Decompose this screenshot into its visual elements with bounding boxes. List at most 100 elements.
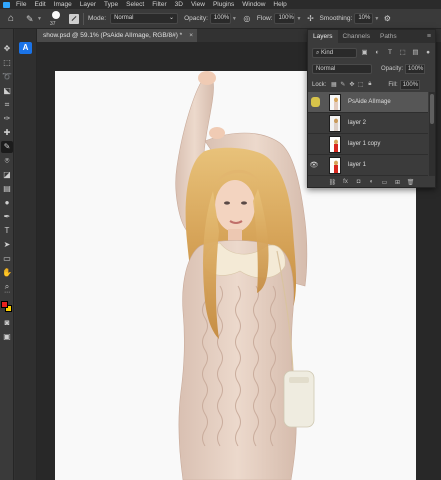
- filter-toggle-icon[interactable]: ●: [423, 48, 433, 57]
- menu-type[interactable]: Type: [100, 0, 122, 9]
- lock-transparent-icon[interactable]: ▦: [329, 81, 338, 88]
- gradient-tool-icon[interactable]: ▤: [1, 183, 13, 195]
- lock-row: Lock: ▦ ✎ ✥ ⬚ 🔒︎ Fill: 100%: [312, 79, 433, 90]
- close-icon[interactable]: ×: [189, 29, 193, 42]
- airbrush-icon[interactable]: ✢: [305, 14, 315, 24]
- menu-plugins[interactable]: Plugins: [209, 0, 238, 9]
- filter-type-icon[interactable]: T: [385, 48, 395, 57]
- layer-row-layer-2[interactable]: layer 2: [308, 113, 428, 134]
- link-layers-icon[interactable]: ⛓: [329, 179, 337, 186]
- spot-healing-tool-icon[interactable]: ✚: [1, 127, 13, 139]
- filter-smart-object-icon[interactable]: ▤: [411, 48, 421, 57]
- menu-filter[interactable]: Filter: [148, 0, 170, 9]
- home-icon[interactable]: ⌂: [4, 12, 18, 26]
- clone-stamp-tool-icon[interactable]: ⍟: [1, 155, 13, 167]
- chevron-down-icon[interactable]: ▼: [374, 16, 380, 22]
- new-group-icon[interactable]: ▭: [381, 179, 389, 186]
- layer-name: PsAide AIImage: [348, 99, 391, 105]
- hand-tool-icon[interactable]: ✋: [1, 267, 13, 279]
- move-tool-icon[interactable]: ✥: [1, 43, 13, 55]
- menu-image[interactable]: Image: [50, 0, 76, 9]
- brush-tool-icon[interactable]: ✎: [26, 13, 36, 25]
- panel-menu-icon[interactable]: ≡: [427, 33, 431, 40]
- brush-settings-icon[interactable]: [69, 13, 79, 24]
- layers-scrollbar[interactable]: [429, 92, 435, 176]
- delete-layer-icon[interactable]: 🗑︎: [407, 179, 415, 186]
- lock-artboard-icon[interactable]: ⬚: [356, 81, 365, 88]
- menu-3d[interactable]: 3D: [171, 0, 187, 9]
- add-mask-icon[interactable]: ◘: [355, 179, 363, 185]
- adobe-plugin-button[interactable]: A: [19, 42, 32, 54]
- document-tab-title: show.psd @ 59.1% (PsAide AIImage, RGB/8#…: [43, 32, 183, 39]
- pen-tool-icon[interactable]: ✒: [1, 211, 13, 223]
- flow-value: 100%: [278, 15, 294, 21]
- chevron-down-icon[interactable]: ▼: [296, 16, 302, 22]
- type-tool-icon[interactable]: T: [1, 225, 13, 237]
- layer-thumbnail: [329, 156, 341, 174]
- rectangle-tool-icon[interactable]: ▭: [1, 253, 13, 265]
- menu-file[interactable]: File: [12, 0, 30, 9]
- crop-tool-icon[interactable]: ⌗: [1, 99, 13, 111]
- layer-style-fx-icon[interactable]: fx: [342, 179, 350, 185]
- layer-opacity-field[interactable]: 100%: [405, 63, 426, 74]
- quick-mask-icon[interactable]: ◙: [1, 317, 13, 329]
- eraser-tool-icon[interactable]: ◪: [1, 169, 13, 181]
- eyedropper-tool-icon[interactable]: ✑: [1, 113, 13, 125]
- pressure-opacity-icon[interactable]: ◎: [242, 14, 252, 24]
- eye-icon[interactable]: 👁︎: [308, 161, 320, 169]
- lock-label: Lock:: [312, 81, 327, 88]
- layer-row-layer-1-copy[interactable]: layer 1 copy: [308, 134, 428, 155]
- smoothing-value: 10%: [358, 15, 371, 21]
- menu-layer[interactable]: Layer: [76, 0, 100, 9]
- tab-channels[interactable]: Channels: [338, 30, 375, 43]
- menu-view[interactable]: View: [187, 0, 209, 9]
- thumbnail-figure: [334, 97, 338, 110]
- more-tools-icon[interactable]: ⋯: [1, 287, 13, 299]
- chevron-down-icon[interactable]: ▼: [37, 16, 43, 22]
- lock-position-icon[interactable]: ✥: [347, 81, 356, 88]
- menu-select[interactable]: Select: [122, 0, 148, 9]
- new-layer-icon[interactable]: ⊞: [394, 179, 402, 186]
- smoothing-field[interactable]: 10%: [354, 13, 374, 24]
- mode-dropdown[interactable]: Normal ⌄: [110, 13, 179, 24]
- menu-window[interactable]: Window: [238, 0, 269, 9]
- filter-adjustment-icon[interactable]: ◐: [372, 48, 382, 57]
- filter-pixel-icon[interactable]: ▣: [360, 48, 370, 57]
- lock-image-icon[interactable]: ✎: [338, 81, 347, 88]
- tab-paths[interactable]: Paths: [375, 30, 402, 43]
- thumbnail-figure: [334, 160, 338, 173]
- menu-help[interactable]: Help: [269, 0, 290, 9]
- tab-layers[interactable]: Layers: [308, 30, 338, 43]
- document-tab[interactable]: show.psd @ 59.1% (PsAide AIImage, RGB/8#…: [37, 29, 197, 42]
- fill-field[interactable]: 100%: [399, 79, 420, 90]
- path-selection-tool-icon[interactable]: ➤: [1, 239, 13, 251]
- menu-edit[interactable]: Edit: [30, 0, 49, 9]
- options-bar: ⌂ ✎ ▼ 37 Mode: Normal ⌄ Opacity: 100% ▼ …: [0, 9, 441, 29]
- blend-mode-value: Normal: [316, 65, 336, 72]
- brush-tool-icon[interactable]: ✎: [1, 141, 13, 153]
- brush-tip-icon: [52, 10, 60, 19]
- lasso-tool-icon[interactable]: ➰: [1, 71, 13, 83]
- brush-preset-picker[interactable]: 37: [49, 10, 63, 28]
- object-selection-tool-icon[interactable]: ⬕: [1, 85, 13, 97]
- smoothing-settings-gear-icon[interactable]: ⚙: [382, 14, 392, 24]
- filter-shape-icon[interactable]: ⬚: [398, 48, 408, 57]
- layer-row-psaide-aiimage[interactable]: PsAide AIImage: [308, 92, 428, 113]
- chevron-down-icon[interactable]: ▼: [232, 16, 238, 22]
- layer-list: PsAide AIImage layer 2 layer 1 copy 👁︎ l…: [308, 92, 435, 176]
- layers-panel: Layers Channels Paths ≡ ⌕ Kind ▣ ◐ T ⬚ ▤…: [307, 29, 436, 188]
- marquee-tool-icon[interactable]: ⬚: [1, 57, 13, 69]
- layer-row-layer-1[interactable]: 👁︎ layer 1: [308, 155, 428, 176]
- dodge-tool-icon[interactable]: ●: [1, 197, 13, 209]
- scrollbar-thumb[interactable]: [430, 94, 434, 124]
- layer-filter-kind-dropdown[interactable]: ⌕ Kind: [312, 47, 357, 58]
- screen-mode-icon[interactable]: ▣: [1, 331, 13, 343]
- lock-all-icon[interactable]: 🔒︎: [365, 81, 374, 88]
- adjustment-layer-icon[interactable]: ◐: [368, 179, 376, 185]
- brush-size-label: 37: [50, 20, 56, 27]
- opacity-value: 100%: [213, 15, 230, 21]
- foreground-color-swatch[interactable]: [1, 301, 8, 308]
- flow-field[interactable]: 100%: [274, 13, 296, 24]
- opacity-field[interactable]: 100%: [209, 13, 231, 24]
- blend-mode-dropdown[interactable]: Normal: [312, 63, 372, 74]
